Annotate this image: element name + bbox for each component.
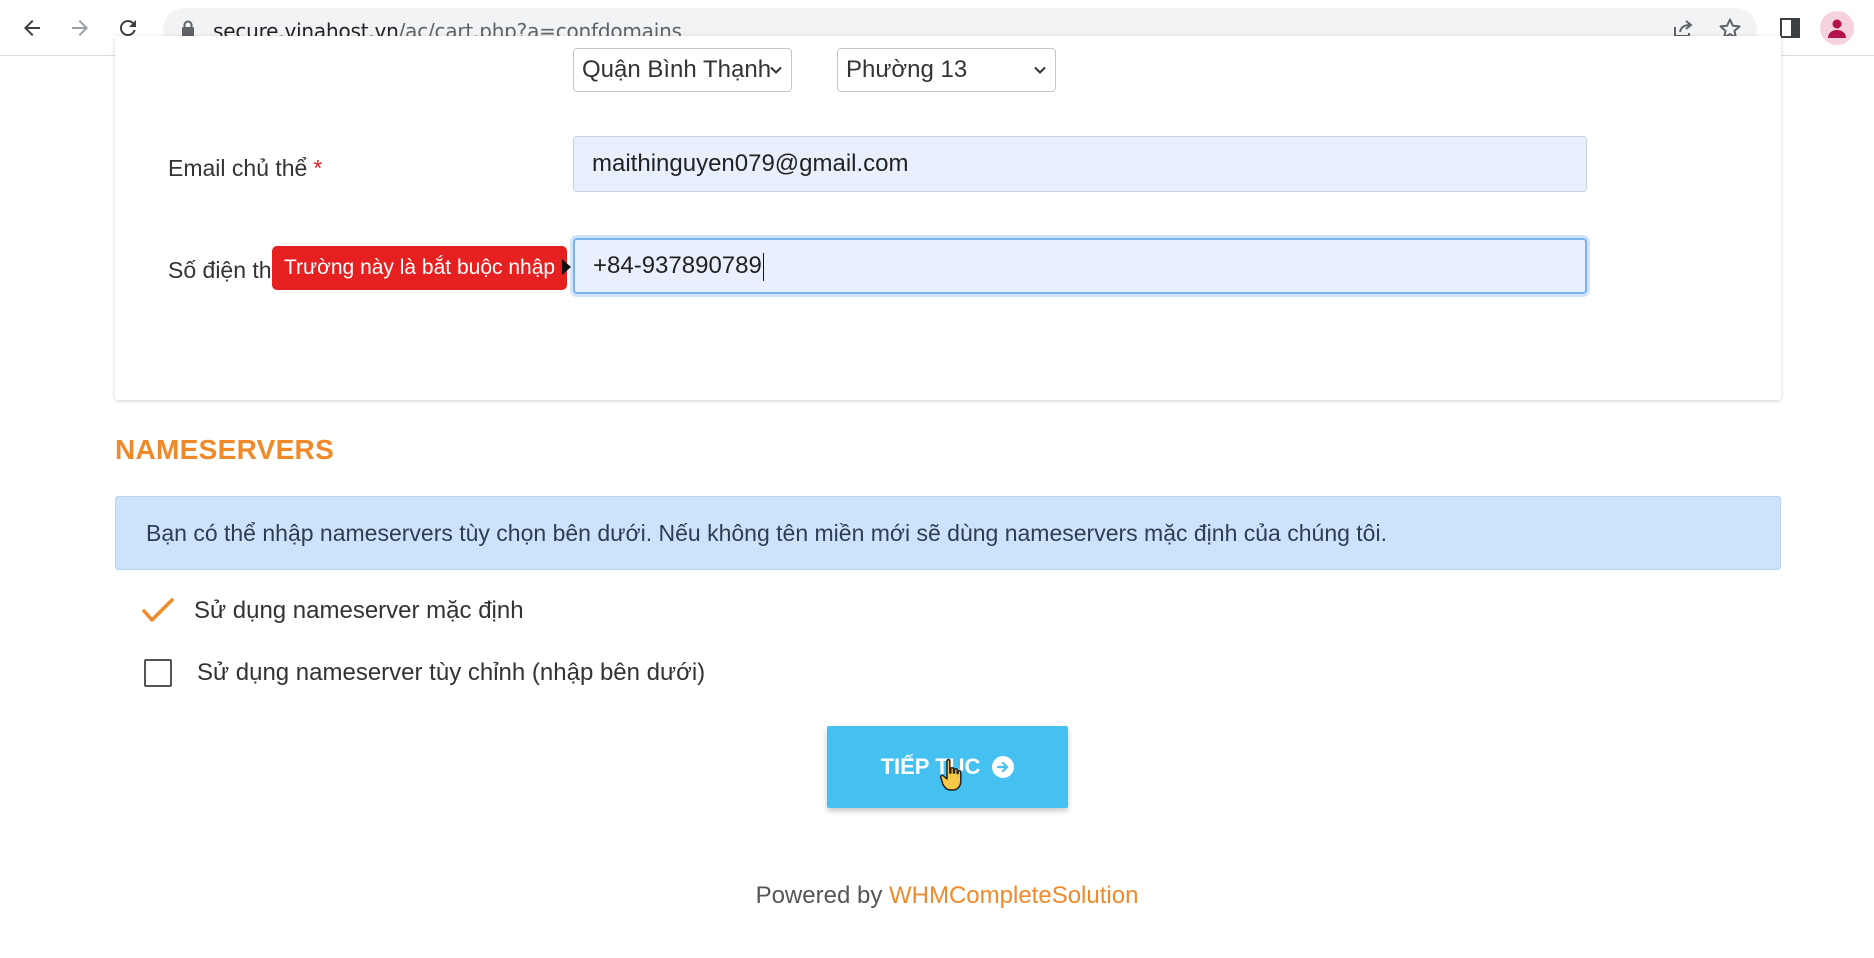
option-default-nameserver[interactable]: Sử dụng nameserver mặc định — [142, 594, 524, 628]
checkbox-custom[interactable] — [144, 659, 172, 687]
side-panel-icon — [1780, 18, 1800, 38]
nameservers-info-alert: Bạn có thể nhập nameservers tùy chọn bên… — [115, 496, 1781, 570]
chevron-down-icon — [770, 66, 782, 74]
option-default-label: Sử dụng nameserver mặc định — [194, 597, 524, 624]
powered-by-text: Powered by — [755, 882, 883, 909]
phone-field[interactable]: +84-937890789 — [573, 238, 1587, 294]
required-tooltip: Trường này là bắt buộc nhập — [272, 246, 568, 290]
phone-value: +84-937890789 — [593, 252, 762, 279]
whmcs-link[interactable]: WHMCompleteSolution — [889, 882, 1138, 909]
back-button[interactable] — [14, 10, 50, 46]
email-label: Email chủ thể * — [168, 155, 322, 182]
option-custom-label: Sử dụng nameserver tùy chỉnh (nhập bên d… — [197, 659, 706, 686]
phone-label: Số điện th — [168, 257, 272, 283]
tooltip-arrow — [562, 259, 571, 275]
profile-avatar[interactable] — [1820, 11, 1854, 45]
person-icon — [1828, 19, 1846, 38]
checkmark-icon — [142, 598, 174, 622]
text-caret — [762, 252, 764, 281]
forward-button[interactable] — [62, 10, 98, 46]
email-label-text: Email chủ thể — [168, 155, 308, 181]
email-value: maithinguyen079@gmail.com — [592, 150, 909, 177]
option-custom-nameserver[interactable]: Sử dụng nameserver tùy chỉnh (nhập bên d… — [144, 656, 705, 690]
arrow-right-icon — [72, 20, 88, 36]
hand-cursor-icon — [940, 758, 962, 791]
page-content: Quận Bình Thạnh Phường 13 Email chủ thể *… — [0, 36, 1874, 958]
footer: Powered by WHMCompleteSolution — [0, 882, 1874, 910]
ward-select[interactable]: Phường 13 — [837, 48, 1056, 92]
email-field[interactable]: maithinguyen079@gmail.com — [573, 136, 1587, 192]
district-select[interactable]: Quận Bình Thạnh — [573, 48, 792, 92]
arrow-circle-right-icon — [992, 756, 1015, 778]
nameservers-title: NAMESERVERS — [115, 434, 335, 465]
ward-select-value: Phường 13 — [846, 56, 968, 83]
contact-form-card: Quận Bình Thạnh Phường 13 — [115, 36, 1781, 400]
required-mark: * — [313, 155, 323, 181]
arrow-left-icon — [24, 20, 40, 36]
chevron-down-icon — [1034, 66, 1046, 74]
district-select-value: Quận Bình Thạnh — [582, 56, 772, 83]
